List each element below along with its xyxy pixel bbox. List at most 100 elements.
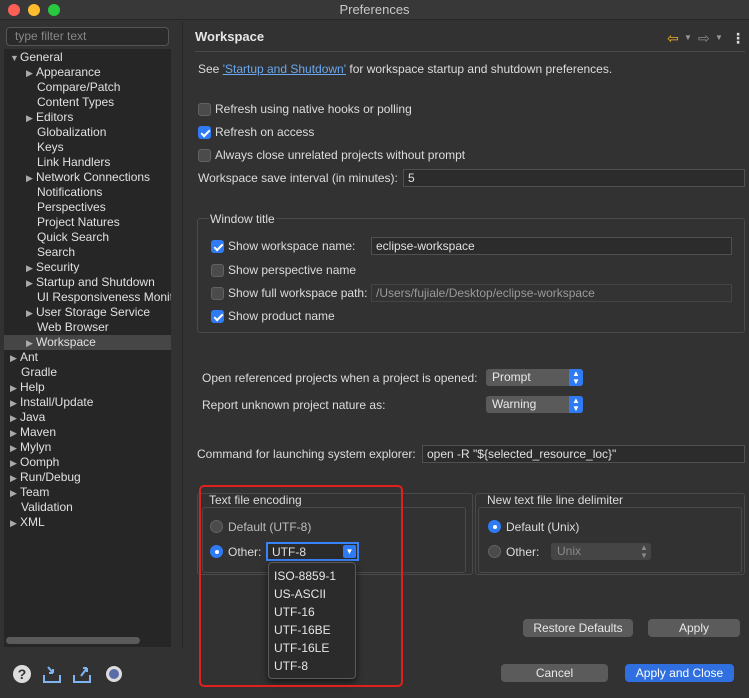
expand-arrow-icon[interactable]: ▶ [10,426,20,441]
tree-item-user-storage[interactable]: ▶ User Storage Service [26,305,150,320]
tree-item-link-handlers[interactable]: Link Handlers [37,155,110,170]
tree-item-oomph[interactable]: ▶ Oomph [10,455,59,470]
refresh-native-label: Refresh using native hooks or polling [215,102,412,116]
window-title: Preferences [339,2,410,17]
show-workspace-name-label: Show workspace name: [228,239,356,253]
show-perspective-label: Show perspective name [228,263,357,277]
help-icon[interactable]: ? [12,664,32,684]
export-icon[interactable] [72,664,92,684]
tree-item-gradle[interactable]: Gradle [21,365,57,380]
combo-arrows-icon: ▲ ▼ [637,543,651,560]
tree-item-security[interactable]: ▶ Security [26,260,79,275]
restore-defaults-button[interactable]: Restore Defaults [523,619,633,637]
back-dropdown-icon[interactable]: ▼ [684,33,692,42]
refresh-native-checkbox[interactable] [198,103,211,116]
expand-arrow-icon[interactable]: ▶ [10,486,20,501]
expand-arrow-icon[interactable]: ▶ [26,276,36,291]
expand-arrow-icon[interactable]: ▶ [26,261,36,276]
show-product-name-label: Show product name [228,309,335,323]
tree-item-team[interactable]: ▶ Team [10,485,49,500]
tree-item-ui-responsiveness[interactable]: UI Responsiveness Monito [37,290,171,305]
tree-item-install-update[interactable]: ▶ Install/Update [10,395,93,410]
tree-item-workspace[interactable]: ▶ Workspace [4,335,171,350]
delimiter-default-radio[interactable] [488,520,501,533]
workspace-name-input[interactable]: eclipse-workspace [371,237,732,255]
tree-item-network-connections[interactable]: ▶ Network Connections [26,170,150,185]
tree-item-web-browser[interactable]: Web Browser [37,320,109,335]
tree-item-appearance[interactable]: ▶ Appearance [26,65,101,80]
report-unknown-combo[interactable]: Warning ▲ ▼ [486,396,583,413]
open-referenced-combo[interactable]: Prompt ▲ ▼ [486,369,583,386]
import-icon[interactable] [42,664,62,684]
preference-tree: ▼General ▶ Appearance Compare/Patch Conte… [4,49,171,647]
apply-and-close-button[interactable]: Apply and Close [625,664,734,682]
expand-arrow-icon[interactable]: ▶ [26,111,36,126]
expand-arrow-icon[interactable]: ▶ [10,381,20,396]
tree-horizontal-scrollbar[interactable] [6,637,140,644]
expand-arrow-icon[interactable]: ▶ [10,516,20,531]
tree-item-java[interactable]: ▶ Java [10,410,45,425]
window-title-group-label: Window title [209,212,276,226]
combo-arrows-icon: ▲ ▼ [569,396,583,413]
expand-arrow-icon[interactable]: ▶ [26,336,36,351]
page-title: Workspace [195,29,265,44]
tree-item-mylyn[interactable]: ▶ Mylyn [10,440,51,455]
full-path-input[interactable]: /Users/fujiale/Desktop/eclipse-workspace [371,284,732,302]
tree-item-keys[interactable]: Keys [37,140,64,155]
expand-arrow-icon[interactable]: ▶ [10,456,20,471]
expand-arrow-icon[interactable]: ▶ [10,411,20,426]
view-menu-icon[interactable]: ⋮ [731,30,745,47]
show-workspace-name-checkbox[interactable] [211,240,224,253]
delimiter-other-combo[interactable]: Unix ▲ ▼ [551,543,651,560]
tree-item-project-natures[interactable]: Project Natures [37,215,120,230]
show-perspective-checkbox[interactable] [211,264,224,277]
tree-item-globalization[interactable]: Globalization [37,125,106,140]
tree-item-startup-shutdown[interactable]: ▶ Startup and Shutdown [26,275,155,290]
show-full-path-label: Show full workspace path: [228,286,368,300]
tree-item-xml[interactable]: ▶ XML [10,515,45,530]
show-product-name-checkbox[interactable] [211,310,224,323]
delimiter-other-radio[interactable] [488,545,501,558]
refresh-access-checkbox[interactable] [198,126,211,139]
filter-input[interactable]: type filter text [6,27,169,46]
expand-arrow-icon[interactable]: ▶ [10,471,20,486]
tree-item-perspectives[interactable]: Perspectives [37,200,106,215]
expand-arrow-icon[interactable]: ▶ [26,306,36,321]
delimiter-group-label: New text file line delimiter [487,493,624,507]
delimiter-group [478,507,742,573]
back-arrow-icon[interactable]: ⇦ [667,30,679,47]
tree-item-editors[interactable]: ▶ Editors [26,110,73,125]
tree-item-run-debug[interactable]: ▶ Run/Debug [10,470,81,485]
expand-arrow-icon[interactable]: ▶ [10,396,20,411]
tree-item-quick-search[interactable]: Quick Search [37,230,109,245]
oomph-record-icon[interactable] [104,664,124,684]
apply-button[interactable]: Apply [648,619,740,637]
tree-item-ant[interactable]: ▶ Ant [10,350,38,365]
save-interval-input[interactable]: 5 [403,169,745,187]
expand-arrow-icon[interactable]: ▶ [10,441,20,456]
panel-divider[interactable] [182,22,183,648]
forward-arrow-icon[interactable]: ⇨ [698,30,710,47]
delimiter-other-label: Other: [506,545,540,559]
command-label: Command for launching system explorer: [197,447,416,461]
show-full-path-checkbox[interactable] [211,287,224,300]
command-input[interactable]: open -R "${selected_resource_loc}" [422,445,745,463]
save-interval-label: Workspace save interval (in minutes): [198,171,398,185]
tree-item-validation[interactable]: Validation [21,500,73,515]
cancel-button[interactable]: Cancel [501,664,608,682]
tree-item-maven[interactable]: ▶ Maven [10,425,56,440]
tree-item-compare-patch[interactable]: Compare/Patch [37,80,120,95]
startup-shutdown-link[interactable]: 'Startup and Shutdown' [223,62,346,76]
header-separator [195,51,745,52]
expand-arrow-icon[interactable]: ▶ [26,66,36,81]
tree-item-content-types[interactable]: Content Types [37,95,114,110]
always-close-checkbox[interactable] [198,149,211,162]
forward-dropdown-icon[interactable]: ▼ [715,33,723,42]
expand-arrow-icon[interactable]: ▶ [10,351,20,366]
tree-item-general[interactable]: ▼General [10,50,63,65]
tree-item-help[interactable]: ▶ Help [10,380,45,395]
tree-item-notifications[interactable]: Notifications [37,185,102,200]
expand-arrow-icon[interactable]: ▼ [10,51,20,66]
tree-item-search[interactable]: Search [37,245,75,260]
expand-arrow-icon[interactable]: ▶ [26,171,36,186]
